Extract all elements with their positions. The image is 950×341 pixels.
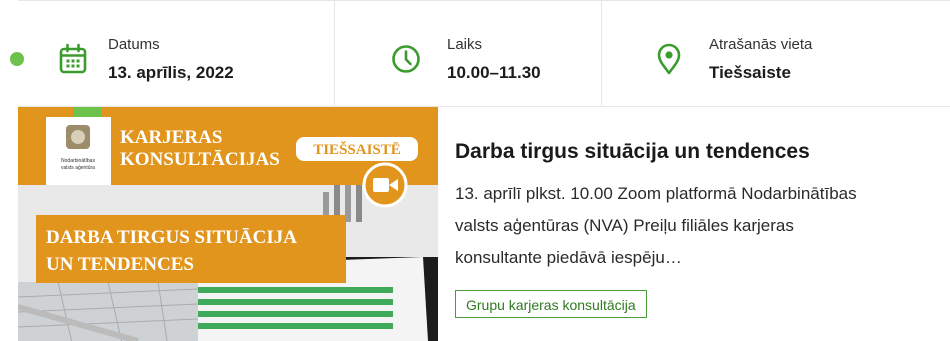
category-tag[interactable]: Grupu karjeras konsultācija bbox=[455, 290, 647, 318]
logo-text-line1: Nodarbinātības bbox=[61, 158, 95, 164]
online-badge: TIEŠSAISTĒ bbox=[296, 137, 418, 161]
time-cell: Laiks 10.00–11.30 bbox=[334, 1, 602, 107]
location-label: Atrašanās vieta bbox=[709, 36, 813, 53]
date-value: 13. aprīlis, 2022 bbox=[108, 63, 234, 82]
banner-heading-line2: KONSULTĀCIJAS bbox=[120, 149, 280, 170]
location-pin-icon bbox=[657, 43, 681, 75]
topic-line2: UN TENDENCES bbox=[46, 254, 194, 275]
date-cell: Datums 13. aprīlis, 2022 bbox=[18, 1, 334, 107]
topic-line1: DARBA TIRGUS SITUĀCIJA bbox=[46, 227, 297, 248]
event-banner-image[interactable]: Nodarbinātības valsts aģentūra KARJERAS … bbox=[18, 107, 438, 341]
coat-of-arms-icon bbox=[66, 125, 90, 149]
logo-text-line2: valsts aģentūra bbox=[61, 164, 95, 171]
time-value: 10.00–11.30 bbox=[447, 63, 541, 82]
location-value: Tiešsaiste bbox=[709, 63, 791, 82]
time-label: Laiks bbox=[447, 36, 483, 53]
description-line: 13. aprīlī plkst. 10.00 Zoom platformā N… bbox=[455, 184, 857, 203]
online-badge-label: TIEŠSAISTĒ bbox=[313, 141, 401, 158]
banner-heading-line1: KARJERAS bbox=[120, 127, 222, 148]
date-label: Datums bbox=[108, 36, 160, 53]
video-camera-icon bbox=[362, 162, 408, 208]
calendar-icon bbox=[59, 43, 87, 74]
location-cell: Atrašanās vieta Tiešsaiste bbox=[601, 1, 950, 107]
description-line: konsultante piedāvā iespēju… bbox=[455, 248, 682, 267]
description-line: valsts aģentūras (NVA) Preiļu filiāles k… bbox=[455, 216, 794, 235]
article-title[interactable]: Darba tirgus situācija un tendences bbox=[455, 140, 810, 164]
event-info-bar: Datums 13. aprīlis, 2022 Laiks 10.00–11.… bbox=[18, 0, 950, 107]
banner-green-tab bbox=[73, 107, 101, 117]
clock-icon bbox=[392, 45, 420, 73]
article-description: 13. aprīlī plkst. 10.00 Zoom platformā N… bbox=[455, 178, 950, 274]
